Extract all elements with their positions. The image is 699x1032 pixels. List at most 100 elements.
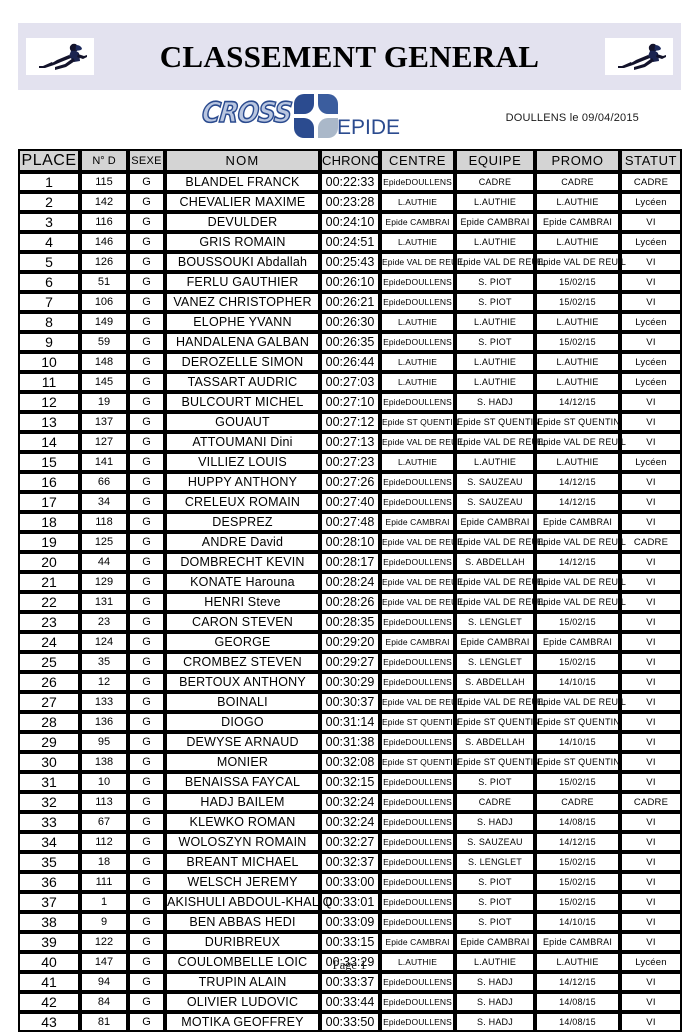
cell-chrono: 00:33:00 bbox=[320, 872, 380, 892]
cell-equipe-text: S. ABDELLAH bbox=[465, 676, 525, 687]
cell-sexe: G bbox=[128, 232, 165, 252]
cell-promo-text: 14/12/15 bbox=[559, 476, 596, 487]
cell-equipe-text: Epide VAL DE REUIL bbox=[457, 536, 547, 547]
cell-statut: VI bbox=[620, 212, 682, 232]
cell-equipe-text: S. PIOT bbox=[478, 776, 512, 787]
cell-chrono: 00:27:40 bbox=[320, 492, 380, 512]
cell-centre: EpideDOULLENS bbox=[380, 872, 455, 892]
cell-centre-text: EpideDOULLENS bbox=[383, 1016, 452, 1027]
cell-sexe: G bbox=[128, 1012, 165, 1032]
cell-equipe-text: Epide VAL DE REUIL bbox=[457, 576, 547, 587]
column-header-centre: CENTRE bbox=[380, 149, 455, 172]
cell-numero: 127 bbox=[80, 432, 128, 452]
cell-nom: WOLOSZYN ROMAIN bbox=[165, 832, 320, 852]
cell-equipe-text: L.AUTHIE bbox=[473, 196, 517, 207]
cell-nom: GRIS ROMAIN bbox=[165, 232, 320, 252]
cell-promo: 15/02/15 bbox=[535, 292, 620, 312]
cell-centre: L.AUTHIE bbox=[380, 232, 455, 252]
cell-numero: 122 bbox=[80, 932, 128, 952]
cell-promo-text: Epide VAL DE REUIL bbox=[537, 436, 627, 447]
cell-equipe: Epide VAL DE REUIL bbox=[455, 572, 547, 592]
cell-nom: ATTOUMANI Dini bbox=[165, 432, 320, 452]
cell-centre: Epide VAL DE REUIL bbox=[380, 252, 464, 272]
cell-place: 3 bbox=[18, 212, 80, 232]
cell-statut: VI bbox=[620, 772, 682, 792]
cell-numero: 145 bbox=[80, 372, 128, 392]
cell-equipe-text: Epide ST QUENTIN bbox=[457, 716, 541, 727]
cell-chrono: 00:28:10 bbox=[320, 532, 380, 552]
cell-promo-text: L.AUTHIE bbox=[556, 456, 599, 467]
cell-equipe: S. HADJ bbox=[455, 1012, 535, 1032]
table-row: 18 118 G DESPREZ 00:27:48 Epide CAMBRAI Epide … bbox=[18, 512, 682, 532]
cell-centre-text: Epide CAMBRAI bbox=[385, 636, 450, 647]
cell-centre-text: EpideDOULLENS bbox=[383, 556, 452, 567]
cell-statut: VI bbox=[620, 892, 682, 912]
cell-numero: 137 bbox=[80, 412, 128, 432]
cell-chrono: 00:32:15 bbox=[320, 772, 380, 792]
cell-nom: VILLIEZ LOUIS bbox=[165, 452, 320, 472]
table-row: 6 51 G FERLU GAUTHIER 00:26:10 EpideDOULLENS S… bbox=[18, 272, 682, 292]
cell-sexe: G bbox=[128, 252, 165, 272]
table-row: 8 149 G ELOPHE YVANN 00:26:30 L.AUTHIE L.AUTHI… bbox=[18, 312, 682, 332]
cell-place: 34 bbox=[18, 832, 80, 852]
cell-equipe-text: S. PIOT bbox=[478, 276, 512, 287]
cell-promo-text: 15/02/15 bbox=[559, 616, 596, 627]
cell-centre: Epide VAL DE REUIL bbox=[380, 592, 464, 612]
cell-equipe: S. ABDELLAH bbox=[455, 552, 535, 572]
cell-nom: GOUAUT bbox=[165, 412, 320, 432]
table-row: 31 10 G BENAISSA FAYCAL 00:32:15 EpideDOULLEN… bbox=[18, 772, 682, 792]
cell-equipe: Epide CAMBRAI bbox=[455, 212, 535, 232]
cell-equipe: S. PIOT bbox=[455, 892, 535, 912]
cell-promo-text: L.AUTHIE bbox=[556, 316, 599, 327]
cell-equipe-text: S. ABDELLAH bbox=[465, 556, 525, 567]
cell-sexe: G bbox=[128, 452, 165, 472]
table-row: 42 84 G OLIVIER LUDOVIC 00:33:44 EpideDOULLEN… bbox=[18, 992, 682, 1012]
cell-statut: VI bbox=[620, 512, 682, 532]
cell-numero: 59 bbox=[80, 332, 128, 352]
column-header-equipe: EQUIPE bbox=[455, 149, 535, 172]
table-row: 26 12 G BERTOUX ANTHONY 00:30:29 EpideDOULLEN… bbox=[18, 672, 682, 692]
cell-chrono: 00:33:15 bbox=[320, 932, 380, 952]
cell-chrono: 00:26:30 bbox=[320, 312, 380, 332]
cell-promo-text: 14/10/15 bbox=[559, 736, 596, 747]
cell-promo: Epide VAL DE REUIL bbox=[535, 532, 626, 552]
page-title: CLASSEMENT GENERAL bbox=[159, 38, 540, 74]
cell-sexe: G bbox=[128, 992, 165, 1012]
cell-equipe: S. PIOT bbox=[455, 332, 535, 352]
cell-sexe: G bbox=[128, 572, 165, 592]
cell-promo-text: CADRE bbox=[561, 176, 594, 187]
cell-promo: Epide ST QUENTIN bbox=[535, 712, 620, 732]
table-row: 23 23 G CARON STEVEN 00:28:35 EpideDOULLENS S.… bbox=[18, 612, 682, 632]
cell-numero: 131 bbox=[80, 592, 128, 612]
cell-centre-text: Epide ST QUENTIN bbox=[382, 716, 460, 727]
cell-numero: 84 bbox=[80, 992, 128, 1012]
table-row: 21 129 G KONATE Harouna 00:28:24 Epide VAL DE… bbox=[18, 572, 682, 592]
cell-centre-text: EpideDOULLENS bbox=[383, 796, 452, 807]
table-row: 25 35 G CROMBEZ STEVEN 00:29:27 EpideDOULLENS… bbox=[18, 652, 682, 672]
cell-place: 20 bbox=[18, 552, 80, 572]
cell-centre-text: EpideDOULLENS bbox=[383, 896, 452, 907]
table-row: 24 124 G GEORGE 00:29:20 Epide CAMBRAI Epide C… bbox=[18, 632, 682, 652]
cell-place: 43 bbox=[18, 1012, 80, 1032]
cell-equipe-text: S. PIOT bbox=[478, 896, 512, 907]
cell-place: 7 bbox=[18, 292, 80, 312]
table-row: 35 18 G BREANT MICHAEL 00:32:37 EpideDOULLENS… bbox=[18, 852, 682, 872]
cell-place: 22 bbox=[18, 592, 80, 612]
logo-row: CROSS EPIDE DOULLENS le 09/04/2015 bbox=[18, 90, 681, 142]
cell-promo-text: 15/02/15 bbox=[559, 296, 596, 307]
cell-numero: 138 bbox=[80, 752, 128, 772]
cell-nom: ELOPHE YVANN bbox=[165, 312, 320, 332]
cell-sexe: G bbox=[128, 592, 165, 612]
cell-nom: KONATE Harouna bbox=[165, 572, 320, 592]
cell-promo: Epide VAL DE REUIL bbox=[535, 572, 626, 592]
cell-statut: VI bbox=[620, 672, 682, 692]
cell-centre: EpideDOULLENS bbox=[380, 292, 455, 312]
cell-promo-text: Epide ST QUENTIN bbox=[537, 756, 621, 767]
cell-sexe: G bbox=[128, 192, 165, 212]
cell-promo: Epide VAL DE REUIL bbox=[535, 592, 626, 612]
cell-place: 21 bbox=[18, 572, 80, 592]
cell-nom: CARON STEVEN bbox=[165, 612, 320, 632]
cell-place: 36 bbox=[18, 872, 80, 892]
cell-promo-text: 14/12/15 bbox=[559, 396, 596, 407]
cell-centre: EpideDOULLENS bbox=[380, 172, 455, 192]
